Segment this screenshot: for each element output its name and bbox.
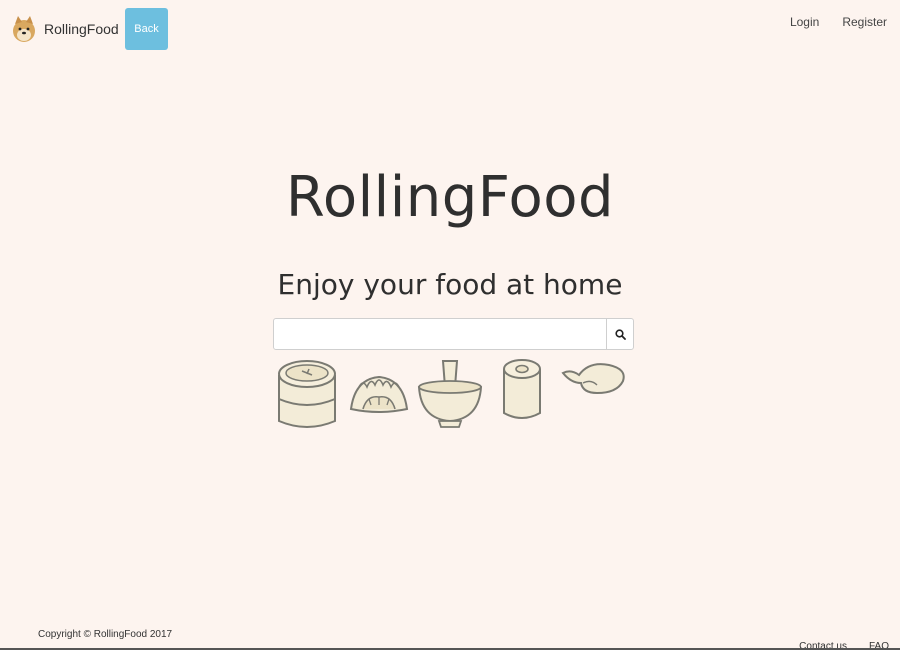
search-input[interactable]: [274, 319, 606, 349]
back-button[interactable]: Back: [125, 8, 168, 50]
login-link[interactable]: Login: [790, 15, 819, 29]
page: RollingFood Back Login Register RollingF…: [0, 0, 900, 650]
search-icon: [614, 328, 626, 340]
register-link[interactable]: Register: [842, 15, 887, 29]
shrimp-dumpling-icon[interactable]: [561, 357, 627, 397]
search-bar: [273, 318, 634, 350]
rice-roll-icon[interactable]: [501, 357, 543, 423]
mortar-bowl-icon[interactable]: [417, 357, 483, 429]
search-button[interactable]: [606, 319, 633, 349]
copyright-text: Copyright © RollingFood 2017: [38, 629, 173, 640]
nav-links: Login Register: [790, 15, 887, 29]
hero-title: RollingFood: [285, 165, 615, 230]
food-category-icons: [273, 357, 633, 432]
hero-subtitle: Enjoy your food at home: [277, 268, 623, 301]
doge-dog-icon: [13, 16, 35, 42]
steamer-basket-icon[interactable]: [276, 357, 338, 429]
brand-name: RollingFood: [44, 21, 119, 37]
dumplings-icon[interactable]: [349, 357, 409, 417]
brand[interactable]: RollingFood: [12, 15, 119, 43]
